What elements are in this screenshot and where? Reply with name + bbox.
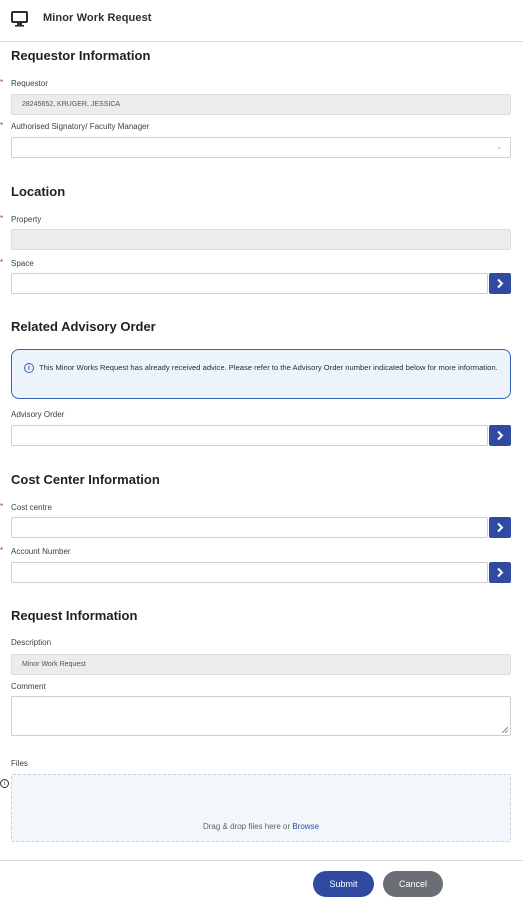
chevron-right-icon xyxy=(497,567,504,578)
required-marker: * xyxy=(0,502,4,511)
signatory-dropdown[interactable]: ⌄ xyxy=(11,137,511,158)
property-label: Property xyxy=(11,215,42,224)
resize-grip-icon[interactable] xyxy=(502,727,508,733)
footer-divider xyxy=(0,860,523,861)
info-circle-icon[interactable]: i xyxy=(0,779,9,788)
section-title-location: Location xyxy=(11,184,66,199)
account-number-label: Account Number xyxy=(11,547,71,556)
section-title-request: Request Information xyxy=(11,608,138,623)
requestor-label: Requestor xyxy=(11,79,48,88)
advisory-info-text: This Minor Works Request has already rec… xyxy=(39,363,498,372)
cost-centre-label: Cost centre xyxy=(11,503,52,512)
monitor-icon xyxy=(11,11,28,27)
page-title: Minor Work Request xyxy=(43,12,152,24)
required-marker: * xyxy=(0,214,4,223)
space-label: Space xyxy=(11,259,34,268)
description-field: Minor Work Request xyxy=(11,654,511,675)
advisory-info-box: i This Minor Works Request has already r… xyxy=(11,349,511,399)
advisory-order-lookup-button[interactable] xyxy=(489,425,511,446)
required-marker: * xyxy=(0,546,4,555)
comment-label: Comment xyxy=(11,682,46,691)
cancel-button[interactable]: Cancel xyxy=(383,871,443,897)
section-title-requestor: Requestor Information xyxy=(11,48,151,63)
page-header: Minor Work Request xyxy=(0,0,523,42)
property-field xyxy=(11,229,511,250)
account-number-input[interactable] xyxy=(11,562,488,583)
chevron-down-icon: ⌄ xyxy=(496,144,502,151)
file-dropzone[interactable]: Drag & drop files here or Browse xyxy=(11,774,511,842)
chevron-right-icon xyxy=(497,430,504,441)
section-title-advisory: Related Advisory Order xyxy=(11,319,156,334)
section-title-cost: Cost Center Information xyxy=(11,472,160,487)
chevron-right-icon xyxy=(497,278,504,289)
drop-instruction: Drag & drop files here or xyxy=(202,822,293,831)
account-number-lookup-button[interactable] xyxy=(489,562,511,583)
chevron-right-icon xyxy=(497,522,504,533)
required-marker: * xyxy=(0,78,4,87)
info-icon: i xyxy=(24,363,34,373)
required-marker: * xyxy=(0,121,4,130)
cost-centre-input[interactable] xyxy=(11,517,488,538)
comment-textarea[interactable] xyxy=(11,696,511,736)
requestor-field: 28245652, KRUGER, JESSICA xyxy=(11,94,511,115)
dropzone-text: Drag & drop files here or Browse xyxy=(12,822,510,831)
requestor-value: 28245652, KRUGER, JESSICA xyxy=(22,101,121,108)
advisory-order-input[interactable] xyxy=(11,425,488,446)
advisory-order-label: Advisory Order xyxy=(11,410,65,419)
submit-button[interactable]: Submit xyxy=(313,871,374,897)
browse-link[interactable]: Browse xyxy=(292,822,319,831)
signatory-label: Authorised Signatory/ Faculty Manager xyxy=(11,122,150,131)
required-marker: * xyxy=(0,258,4,267)
space-lookup-button[interactable] xyxy=(489,273,511,294)
files-label: Files xyxy=(11,759,28,768)
space-input[interactable] xyxy=(11,273,488,294)
description-value: Minor Work Request xyxy=(22,661,86,668)
cost-centre-lookup-button[interactable] xyxy=(489,517,511,538)
description-label: Description xyxy=(11,638,52,647)
